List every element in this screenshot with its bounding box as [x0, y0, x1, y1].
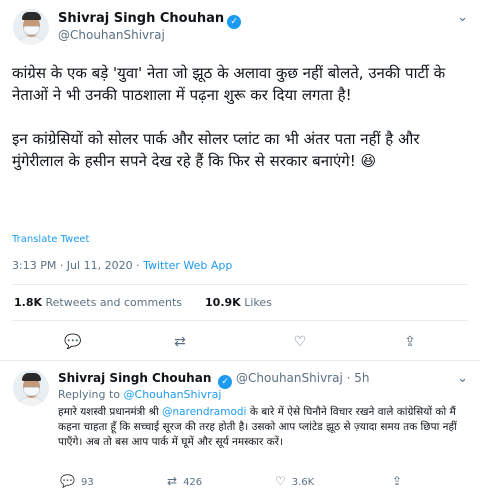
reply-reply-count: 93: [80, 477, 94, 488]
reply-like-button[interactable]: ♡ 3.6K: [275, 473, 314, 489]
laughing-emoji-icon: 😆: [360, 152, 377, 170]
reply-icon[interactable]: 💬: [58, 332, 88, 352]
translate-tweet-link[interactable]: Translate Tweet: [12, 234, 89, 245]
like-icon[interactable]: ♡: [285, 332, 315, 352]
tweet-timestamp[interactable]: 3:13 PM · Jul 11, 2020 ·: [12, 259, 143, 272]
more-options-chevron-icon[interactable]: ⌄: [457, 10, 468, 25]
tweet-action-bar: 💬 ⇄ ♡ ⇪: [0, 332, 480, 352]
replying-to: Replying to @ChouhanShivraj: [58, 388, 221, 401]
reply-retweet-button[interactable]: ⇄ 426: [167, 473, 202, 489]
verified-badge-icon: ✓: [218, 375, 233, 389]
replying-prefix: Replying to: [58, 388, 124, 401]
likes-label: Likes: [244, 296, 272, 309]
tweet-paragraph-2: इन कांग्रेसियों को सोलर पार्क और सोलर प्…: [12, 128, 474, 172]
tweet-paragraph-1: कांग्रेस के एक बड़े 'युवा' नेता जो झूठ क…: [12, 64, 446, 104]
author-name-text[interactable]: Shivraj Singh Chouhan: [58, 11, 224, 26]
likes-stat[interactable]: 10.9K Likes: [205, 296, 272, 309]
retweet-icon: ⇄: [167, 474, 178, 488]
reply-header: Shivraj Singh Chouhan ✓ @ChouhanShivraj …: [58, 371, 369, 389]
retweets-count: 1.8K: [14, 296, 43, 309]
reply-handle-time[interactable]: @ChouhanShivraj · 5h: [236, 371, 369, 385]
reply-text: हमारे यशस्वी प्रधानमंत्री श्री @narendra…: [58, 405, 474, 450]
likes-count: 10.9K: [205, 296, 241, 309]
author-name[interactable]: Shivraj Singh Chouhan ✓: [58, 11, 242, 29]
author-handle[interactable]: @ChouhanShivraj: [58, 28, 165, 42]
divider: [0, 360, 480, 361]
reply-retweet-count: 426: [183, 477, 203, 488]
tweet-paragraph-2-text: इन कांग्रेसियों को सोलर पार्क और सोलर प्…: [12, 130, 420, 170]
tweet-text: कांग्रेस के एक बड़े 'युवा' नेता जो झूठ क…: [12, 62, 474, 172]
share-icon: ⇪: [392, 474, 403, 488]
retweet-icon[interactable]: ⇄: [165, 332, 195, 352]
verified-badge-icon: ✓: [227, 15, 242, 29]
mention-link[interactable]: @narendramodi: [162, 406, 246, 418]
replying-to-handle-link[interactable]: @ChouhanShivraj: [124, 388, 222, 401]
retweets-label: Retweets and comments: [45, 296, 183, 309]
divider: [12, 284, 468, 285]
reply-author-name[interactable]: Shivraj Singh Chouhan: [58, 371, 211, 385]
reply-text-before: हमारे यशस्वी प्रधानमंत्री श्री: [58, 406, 163, 418]
tweet-meta: 3:13 PM · Jul 11, 2020 · Twitter Web App: [12, 259, 232, 272]
retweets-stat[interactable]: 1.8K Retweets and comments: [14, 296, 182, 309]
share-icon[interactable]: ⇪: [395, 332, 425, 352]
divider: [12, 320, 468, 321]
reply-action-bar: 💬 93 ⇄ 426 ♡ 3.6K ⇪: [0, 473, 480, 489]
source-app-link[interactable]: Twitter Web App: [143, 259, 232, 272]
reply-icon: 💬: [60, 474, 75, 488]
reply-like-count: 3.6K: [291, 477, 315, 488]
author-avatar[interactable]: [13, 9, 49, 45]
main-tweet: Shivraj Singh Chouhan ✓ @ChouhanShivraj ⌄…: [0, 0, 480, 360]
like-icon: ♡: [275, 474, 286, 488]
reply-author-avatar[interactable]: [13, 370, 49, 406]
reply-reply-button[interactable]: 💬 93: [60, 473, 94, 489]
reply-more-options-chevron-icon[interactable]: ⌄: [457, 371, 468, 386]
engagement-stats: 1.8K Retweets and comments 10.9K Likes: [14, 296, 272, 309]
reply-share-button[interactable]: ⇪: [392, 473, 408, 489]
